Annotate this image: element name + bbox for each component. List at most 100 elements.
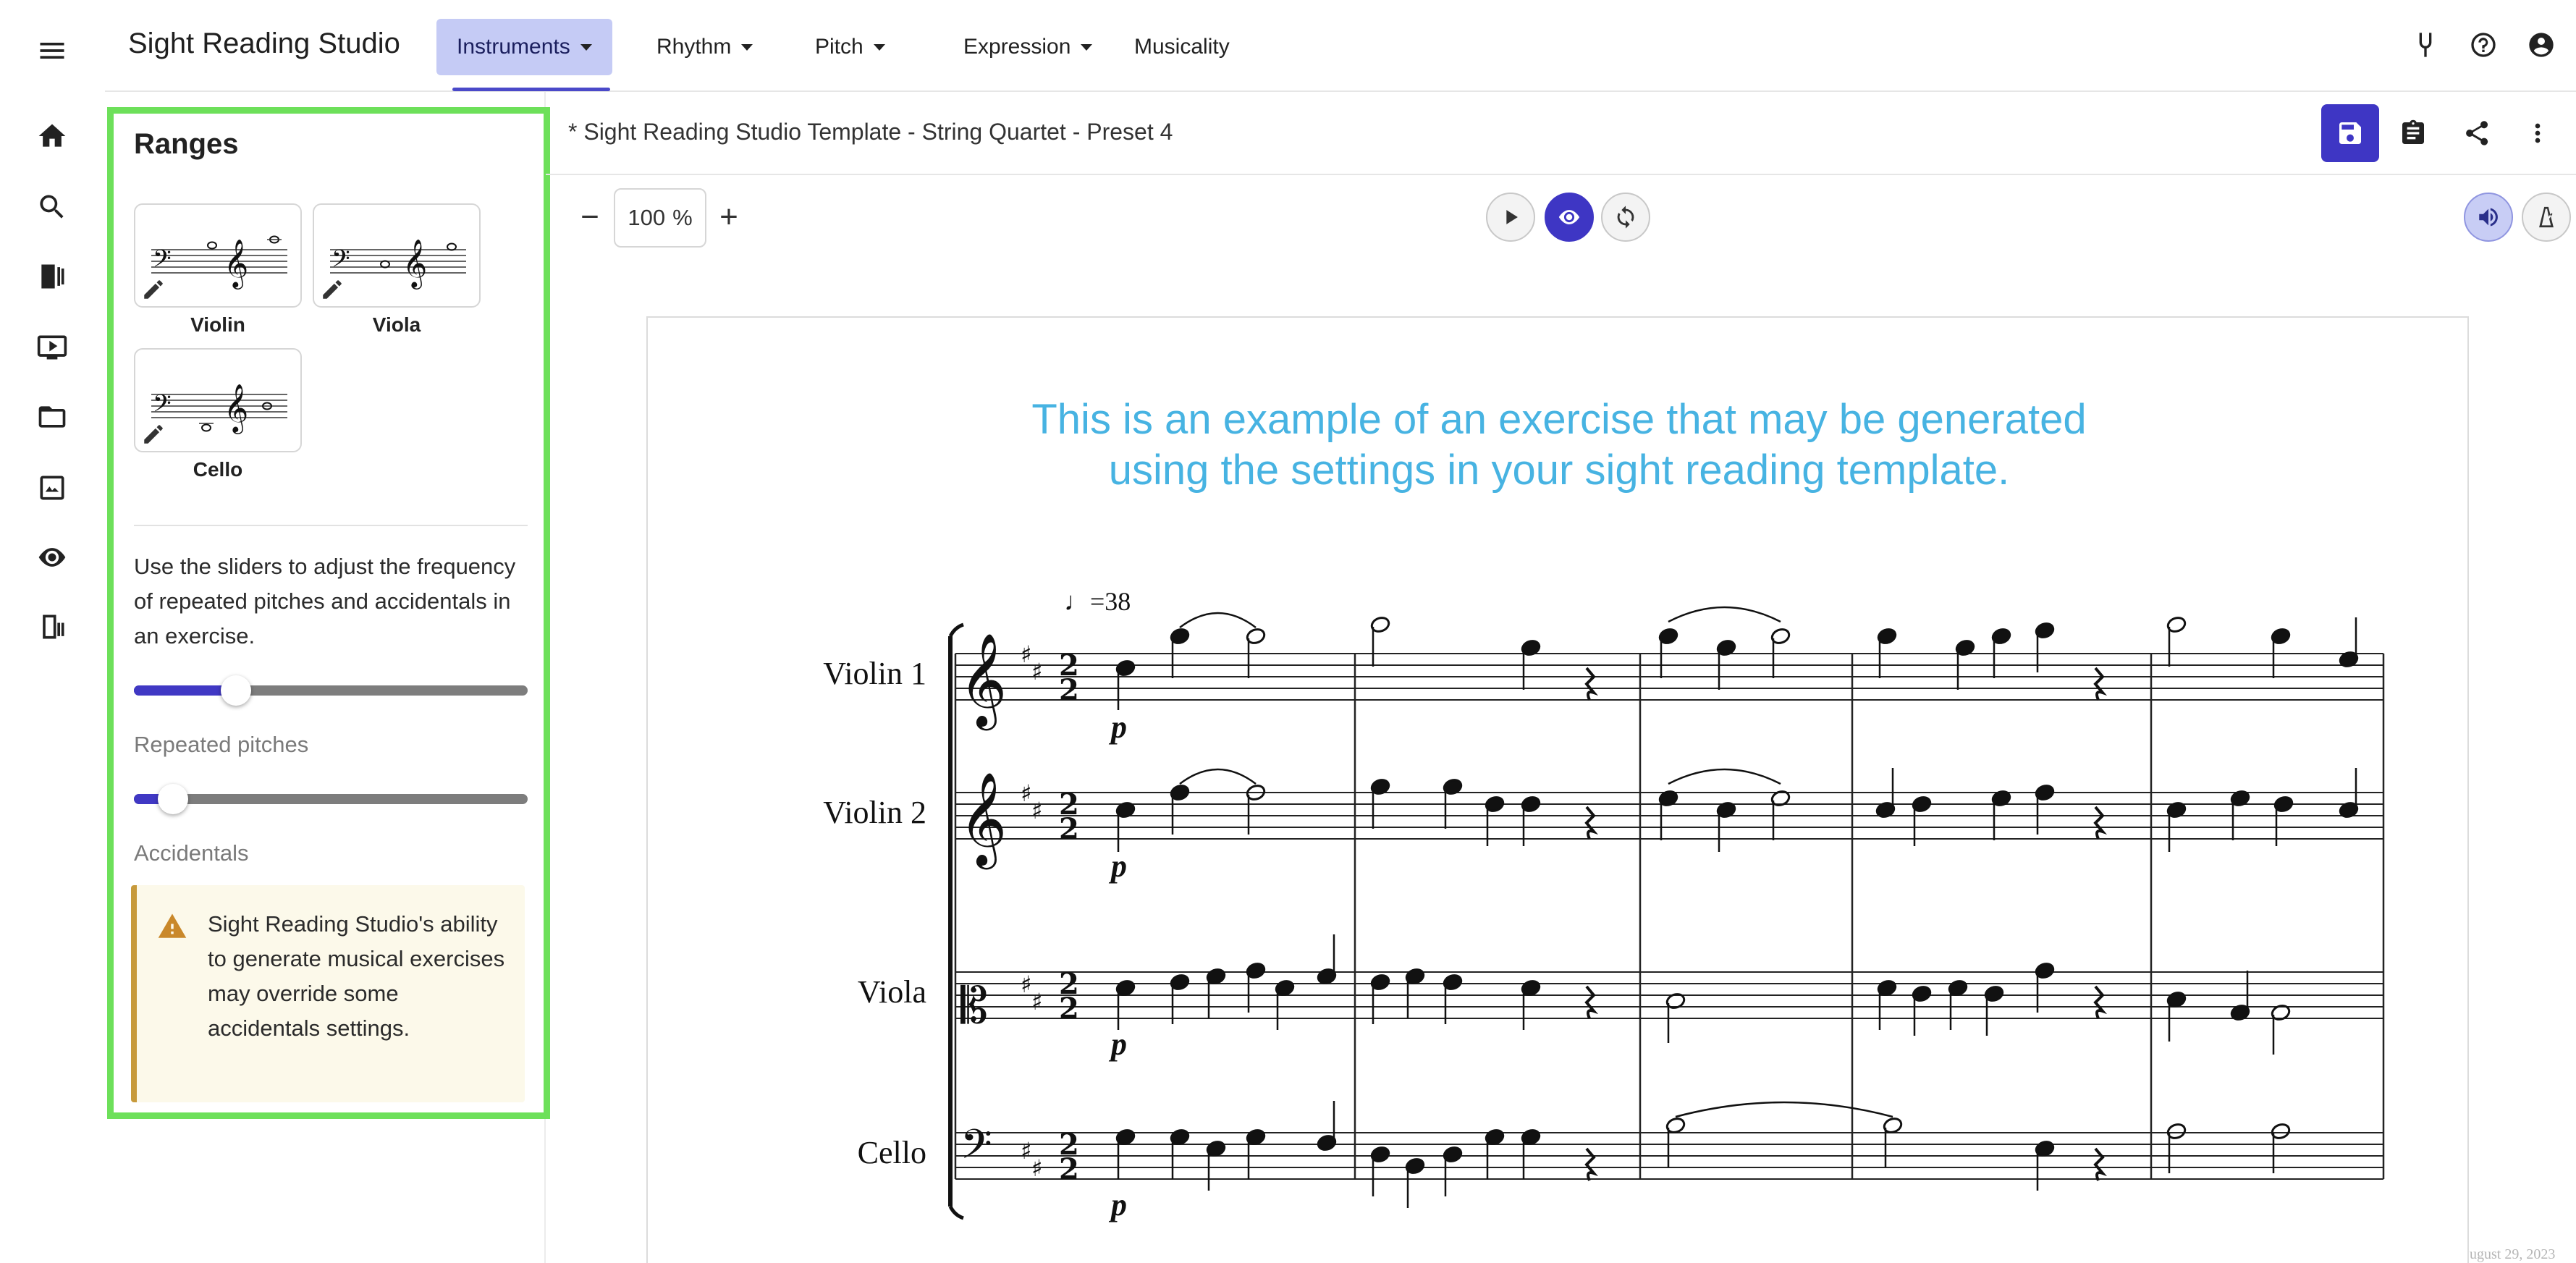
rest-symbol (1584, 1147, 1599, 1181)
warning-text: Sight Reading Studio's ability to genera… (208, 911, 505, 1041)
sound-toggle-button[interactable] (2464, 193, 2513, 242)
dynamic-mark: p (1108, 709, 1127, 745)
bracket-bottom (948, 1205, 964, 1220)
repeated-pitches-slider[interactable] (134, 675, 528, 706)
panel-divider (134, 525, 528, 526)
svg-text:♯: ♯ (1021, 971, 1031, 998)
accidentals-slider[interactable] (134, 784, 528, 814)
caret-down-icon (741, 43, 753, 51)
left-rail (0, 0, 105, 1263)
svg-text:♯: ♯ (1021, 1137, 1031, 1165)
svg-text:2: 2 (1059, 992, 1079, 1026)
svg-text:𝄢: 𝄢 (331, 245, 350, 279)
panel-title: Ranges (134, 128, 239, 160)
notes (1115, 606, 2359, 1208)
instrument-card-violin[interactable]: 𝄢 𝄞 (134, 203, 302, 308)
play-icon (1506, 210, 1518, 224)
rest-symbol (1584, 985, 1599, 1019)
repeated-pitches-label: Repeated pitches (134, 732, 309, 757)
tab-label: Rhythm (656, 35, 732, 59)
tab-instruments[interactable]: Instruments (436, 19, 612, 75)
refresh-icon (1617, 206, 1634, 229)
svg-text:♯: ♯ (1031, 988, 1042, 1015)
clipboard-icon[interactable] (2393, 113, 2433, 153)
rest-symbol (2093, 667, 2108, 701)
slider-thumb[interactable] (221, 675, 252, 706)
svg-text:2: 2 (1059, 673, 1079, 707)
accidentals-label: Accidentals (134, 840, 249, 866)
svg-text:♯: ♯ (1021, 641, 1031, 668)
dynamic-mark: p (1108, 1187, 1127, 1222)
zoom-input[interactable]: 100 % (614, 188, 706, 248)
key-signatures: ♯♯ ♯♯ ♯♯ ♯♯ (1021, 641, 1042, 1182)
zoom-value: 100 (628, 205, 666, 230)
svg-text:𝄞: 𝄞 (224, 238, 248, 290)
account-icon[interactable] (2522, 26, 2560, 64)
svg-text:2: 2 (1059, 812, 1079, 846)
range-staff-icon: 𝄢 𝄞 (330, 238, 466, 290)
svg-text:𝄞: 𝄞 (224, 383, 248, 434)
instrument-card-cello[interactable]: 𝄢 𝄞 (134, 348, 302, 452)
exit-icon[interactable] (32, 607, 72, 647)
top-header: Sight Reading Studio Instruments Rhythm … (105, 0, 2576, 92)
document-title: * Sight Reading Studio Template - String… (568, 119, 1173, 145)
caret-down-icon (580, 43, 592, 51)
menu-icon[interactable] (32, 30, 72, 71)
tuning-fork-icon[interactable] (2407, 26, 2444, 64)
assignment-icon[interactable] (32, 468, 72, 508)
tempo-marking: ♩=38 (1064, 587, 1131, 616)
share-icon[interactable] (2457, 113, 2497, 153)
folder-icon[interactable] (32, 397, 72, 437)
range-staff-icon: 𝄢 𝄞 (151, 383, 287, 434)
zoom-out-button[interactable]: − (572, 197, 608, 237)
ear-icon[interactable] (32, 537, 72, 578)
tab-expression[interactable]: Expression (943, 19, 1112, 75)
regenerate-button[interactable] (1601, 193, 1650, 242)
metronome-button[interactable] (2522, 193, 2571, 242)
home-icon[interactable] (32, 116, 72, 156)
active-tab-indicator (452, 88, 610, 91)
slur (1179, 768, 1257, 785)
alto-clef: 𝄡 (960, 978, 988, 1035)
dynamic-mark: p (1108, 848, 1127, 884)
app-title: Sight Reading Studio (128, 28, 400, 59)
warning-alert: Sight Reading Studio's ability to genera… (131, 885, 525, 1102)
video-icon[interactable] (32, 327, 72, 368)
instrument-card-viola[interactable]: 𝄢 𝄞 (313, 203, 481, 308)
search-icon[interactable] (32, 187, 72, 227)
svg-text:♯: ♯ (1031, 797, 1042, 824)
pencil-icon[interactable] (320, 277, 345, 302)
time-signatures: 22 22 22 22 (1059, 649, 1079, 1186)
slider-description: Use the sliders to adjust the frequency … (134, 554, 516, 649)
svg-text:𝄢: 𝄢 (153, 245, 172, 279)
tab-label: Instruments (457, 35, 570, 59)
slider-thumb[interactable] (158, 784, 189, 814)
part-name-violin-1: Violin 1 (823, 656, 926, 691)
score-preview: This is an example of an exercise that m… (646, 316, 2469, 1263)
pencil-icon[interactable] (141, 422, 166, 447)
eye-icon (1558, 210, 1580, 224)
part-name-cello: Cello (858, 1135, 926, 1170)
tab-rhythm[interactable]: Rhythm (636, 19, 773, 75)
svg-text:♯: ♯ (1021, 780, 1031, 807)
part-name-viola: Viola (858, 974, 926, 1010)
dynamic-mark: p (1108, 1026, 1127, 1062)
help-icon[interactable] (2465, 26, 2502, 64)
toolbar-divider (546, 174, 2576, 175)
svg-text:𝄢: 𝄢 (153, 390, 172, 423)
part-name-violin-2: Violin 2 (823, 795, 926, 830)
more-vert-icon[interactable] (2517, 113, 2558, 153)
rest-symbol (2093, 1147, 2108, 1181)
play-button[interactable] (1486, 193, 1535, 242)
zoom-in-button[interactable]: + (711, 197, 747, 237)
treble-clef: 𝄞 (959, 772, 1007, 870)
pencil-icon[interactable] (141, 277, 166, 302)
tab-label: Expression (963, 35, 1071, 59)
tab-musicality[interactable]: Musicality (1114, 19, 1250, 75)
tab-pitch[interactable]: Pitch (795, 19, 905, 75)
caret-down-icon (1081, 43, 1093, 51)
svg-text:𝄞: 𝄞 (402, 238, 427, 290)
view-toggle-button[interactable] (1545, 193, 1594, 242)
save-button[interactable] (2321, 104, 2379, 162)
library-icon[interactable] (32, 256, 72, 297)
